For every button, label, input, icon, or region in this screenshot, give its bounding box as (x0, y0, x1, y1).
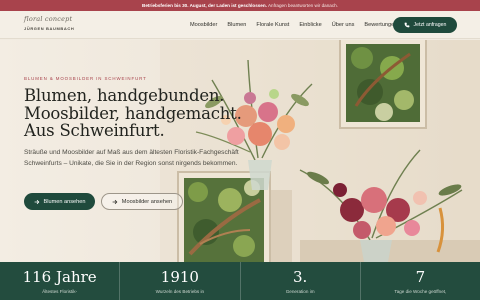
hero-section: BLUMEN & MOOSBILDER IN SCHWEINFURT Blume… (0, 40, 480, 262)
stat-label: Tage die Woche geöffnet, (394, 289, 447, 294)
stat-item: 7 Tage die Woche geöffnet, (361, 262, 480, 300)
stat-value: 3. (292, 268, 308, 286)
main-navigation: floral concept JÜRGEN BAUMBACH Moosbilde… (0, 11, 480, 39)
logo-name: JÜRGEN BAUMBACH (24, 26, 75, 31)
logo-script: floral concept (24, 15, 73, 23)
stat-label: Ältestes Floristik- (42, 289, 78, 294)
headline-line-2: Moosbilder, handgemacht. (24, 103, 242, 123)
nav-item-einblicke[interactable]: Einblicke (299, 22, 321, 28)
request-button-label: Jetzt anfragen (413, 22, 447, 28)
nav-item-moosbilder[interactable]: Moosbilder (190, 22, 217, 28)
stat-label: Wurzeln des Betriebs in (155, 289, 205, 294)
moosbilder-ansehen-button[interactable]: Moosbilder ansehen (101, 193, 183, 210)
stat-item: 116 Jahre Ältestes Floristik- (0, 262, 121, 300)
arrow-right-icon (112, 199, 118, 204)
nav-item-blumen[interactable]: Blumen (227, 22, 246, 28)
announcement-bar: Betriebsferien bis 30. August, der Laden… (0, 0, 480, 11)
stat-value: 7 (415, 268, 426, 286)
headline-line-1: Blumen, handgebunden. (24, 86, 225, 105)
nav-links: Moosbilder Blumen Florale Kunst Einblick… (190, 11, 397, 39)
stat-value: 1910 (160, 268, 199, 286)
stat-label: Generation im (285, 289, 315, 294)
hero-subtext: Sträuße und Moosbilder auf Maß aus dem ä… (24, 149, 239, 167)
blumen-ansehen-button[interactable]: Blumen ansehen (24, 193, 95, 210)
arrow-right-icon (34, 199, 39, 204)
headline-line-3: Aus Schweinfurt. (24, 121, 165, 140)
stat-item: 3. Generation im (241, 262, 361, 300)
logo[interactable]: floral concept JÜRGEN BAUMBACH (24, 15, 104, 37)
stats-band: 116 Jahre Ältestes Floristik- 1910 Wurze… (0, 262, 480, 300)
moss-frame-top (339, 40, 427, 129)
stat-value: 116 Jahre (22, 268, 97, 286)
blumen-ansehen-label: Blumen ansehen (43, 198, 86, 205)
nav-item-florale-kunst[interactable]: Florale Kunst (256, 22, 289, 28)
announcement-text: Anfragen beantworten wir danach. (267, 3, 338, 8)
stat-item: 1910 Wurzeln des Betriebs in (120, 262, 241, 300)
nav-item-ueber-uns[interactable]: Über uns (332, 22, 355, 28)
hero-headline: Blumen, handgebunden. Moosbilder, handge… (24, 87, 254, 140)
moosbilder-ansehen-label: Moosbilder ansehen (121, 198, 173, 205)
hero-eyebrow: BLUMEN & MOOSBILDER IN SCHWEINFURT (24, 76, 147, 81)
phone-icon (404, 22, 409, 28)
request-button[interactable]: Jetzt anfragen (393, 17, 457, 33)
announcement-bold: Betriebsferien bis 30. August, der Laden… (142, 3, 267, 8)
